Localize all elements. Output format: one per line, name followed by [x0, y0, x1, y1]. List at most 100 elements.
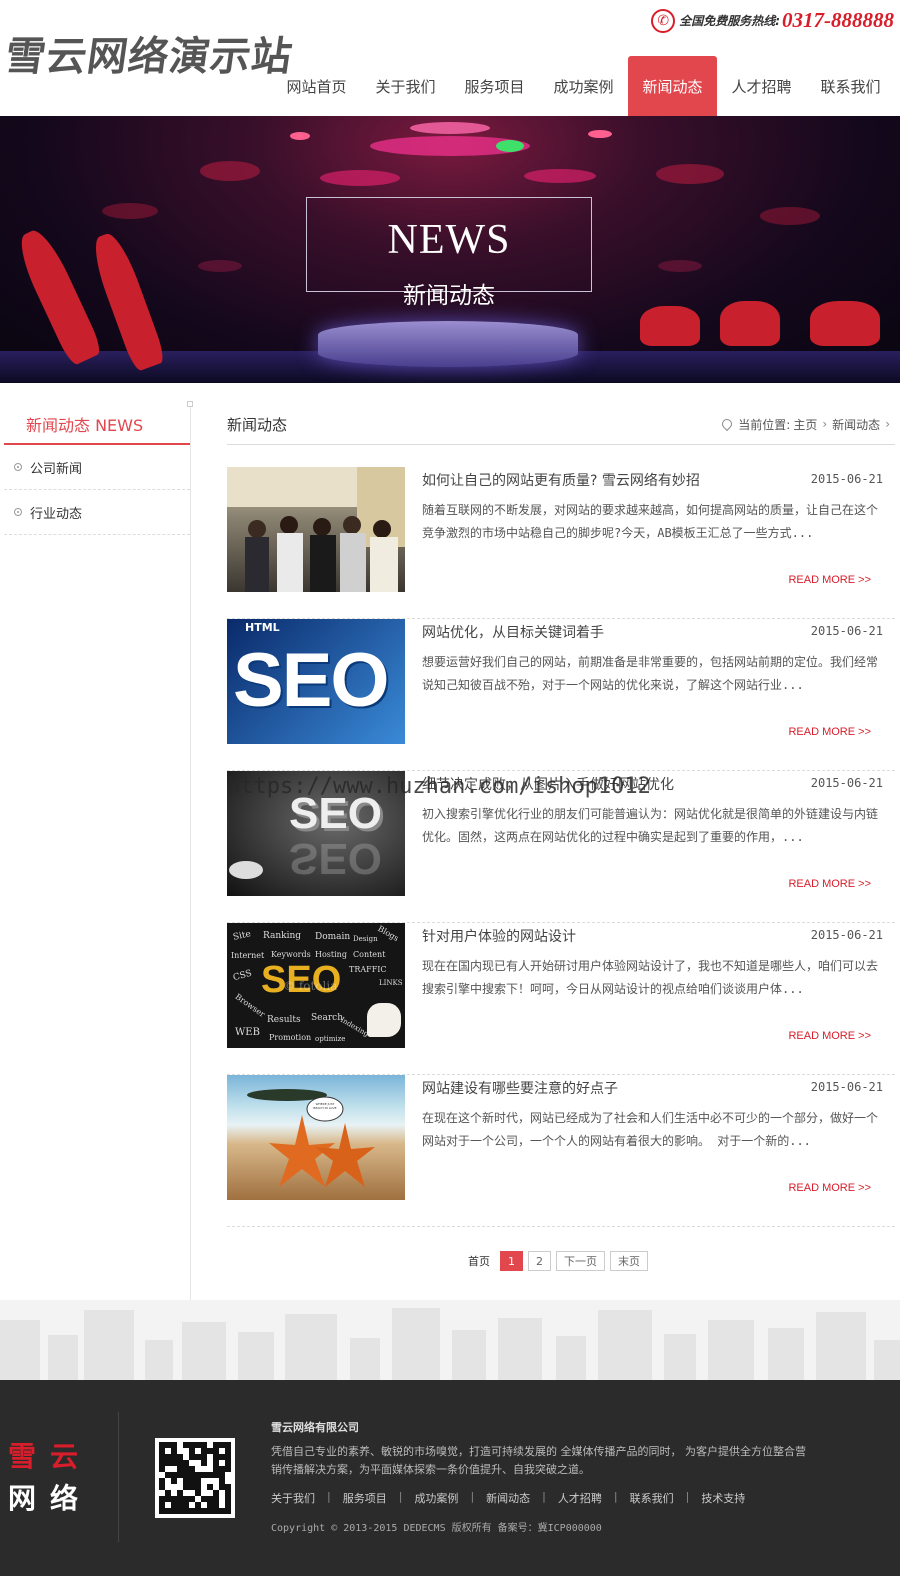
news-title[interactable]: 针对用户体验的网站设计 [422, 926, 576, 946]
news-date: 2015-06-21 [810, 776, 883, 790]
footer-link-separator: | [470, 1490, 475, 1503]
news-item: Site Ranking Domain Design Blogs Interne… [227, 923, 895, 1075]
pager-first[interactable]: 首页 [468, 1251, 495, 1271]
news-date: 2015-06-21 [810, 1080, 883, 1094]
site-logo[interactable]: 雪云网络演示站 [2, 24, 297, 82]
footer-link-support[interactable]: 技术支持 [701, 1490, 745, 1506]
news-date: 2015-06-21 [810, 624, 883, 638]
pager-last[interactable]: 末页 [610, 1251, 648, 1271]
news-thumbnail-seo-chalkboard[interactable]: Site Ranking Domain Design Blogs Interne… [227, 923, 405, 1048]
footer-logo-char: 网 [8, 1482, 37, 1515]
speech-bubble-text: WHERE JUST BEACH IN LOVE [313, 1102, 337, 1110]
thumb-word: Site [232, 929, 252, 943]
footer-links: 关于我们 | 服务项目 | 成功案例 | 新闻动态 | 人才招聘 | 联系我们 … [271, 1490, 745, 1506]
breadcrumb-home[interactable]: 主页 [793, 416, 817, 433]
content-header: 新闻动态 当前位置: 主页 › 新闻动态 › [227, 404, 895, 445]
nav-item-jobs[interactable]: 人才招聘 [717, 56, 806, 116]
news-thumbnail-starfish[interactable]: WHERE JUST BEACH IN LOVE [227, 1075, 405, 1200]
footer-logo: 雪 云 网 络 [8, 1438, 78, 1522]
news-date: 2015-06-21 [810, 472, 883, 486]
news-title[interactable]: 细节决定成败，从图片入手做好网站优化 [422, 774, 674, 794]
starfish-graphic [247, 1089, 375, 1187]
nav-item-home[interactable]: 网站首页 [272, 56, 361, 116]
nav-item-services[interactable]: 服务项目 [450, 56, 539, 116]
dancer-figure [720, 301, 780, 346]
footer-copyright: Copyright © 2013-2015 DEDECMS 版权所有 备案号：冀… [271, 1523, 602, 1534]
pager-next[interactable]: 下一页 [556, 1251, 605, 1271]
thumb-word: Ranking [263, 931, 302, 941]
news-title[interactable]: 网站优化，从目标关键词着手 [422, 622, 604, 642]
news-thumbnail-seo-blue[interactable]: HTML SEO [227, 619, 405, 744]
stage-platform [318, 321, 578, 367]
news-item: WHERE JUST BEACH IN LOVE 网站建设有哪些要注意的好点子 … [227, 1075, 895, 1227]
phone-icon: ✆ [651, 8, 676, 33]
footer-link-news[interactable]: 新闻动态 [486, 1490, 530, 1506]
thumb-word: Promotion [269, 1033, 312, 1042]
pager-page-1[interactable]: 1 [500, 1251, 523, 1271]
hotline-number: 0317-888888 [782, 8, 894, 32]
banner-title-en: NEWS [387, 217, 511, 263]
chevron-right-icon: › [885, 417, 890, 431]
sidebar-item-company-news[interactable]: 公司新闻 [4, 445, 190, 490]
main-content: 新闻动态 当前位置: 主页 › 新闻动态 › 如何让自己的网站更有质量? 雪云网… [227, 404, 895, 1227]
crowd-photo-graphic [227, 467, 405, 592]
read-more-link[interactable]: READ MORE >> [788, 1182, 871, 1194]
footer-logo-char: 雪 [8, 1440, 37, 1473]
footer-link-services[interactable]: 服务项目 [343, 1490, 387, 1506]
sidebar-item-label: 行业动态 [30, 506, 83, 522]
thumb-label-seo: SEO [233, 638, 389, 723]
read-more-link[interactable]: READ MORE >> [788, 878, 871, 890]
footer-link-separator: | [685, 1490, 690, 1503]
sidebar-item-label: 公司新闻 [30, 461, 83, 477]
location-pin-icon [720, 416, 735, 432]
footer-link-separator: | [542, 1490, 546, 1503]
qr-code-pattern [159, 1442, 231, 1514]
main-nav: 网站首页 关于我们 服务项目 成功案例 新闻动态 人才招聘 联系我们 [272, 56, 895, 116]
footer-logo-char: 络 [50, 1482, 79, 1515]
footer-link-jobs[interactable]: 人才招聘 [558, 1490, 602, 1506]
thumb-word: LINKS [379, 979, 403, 987]
page-title: 新闻动态 [227, 415, 288, 434]
thumb-label-html: HTML [245, 621, 280, 634]
news-date: 2015-06-21 [810, 928, 883, 942]
nav-item-cases[interactable]: 成功案例 [539, 56, 628, 116]
thumb-word: Hosting [315, 950, 347, 959]
thumb-word: optimize [315, 1035, 346, 1043]
pagination: 首页 1 2 下一页 末页 [468, 1251, 653, 1271]
nav-item-news[interactable]: 新闻动态 [628, 56, 717, 116]
nav-item-about[interactable]: 关于我们 [361, 56, 450, 116]
sidebar-corner-marker [187, 401, 193, 407]
news-title[interactable]: 网站建设有哪些要注意的好点子 [422, 1078, 618, 1098]
thumb-word: Search [311, 1013, 343, 1023]
mouse-graphic [229, 861, 263, 879]
footer-link-contact[interactable]: 联系我们 [630, 1490, 674, 1506]
footer-company-name: 雪云网络有限公司 [271, 1421, 359, 1434]
sidebar-item-industry-news[interactable]: 行业动态 [4, 490, 190, 535]
footer-link-cases[interactable]: 成功案例 [414, 1490, 458, 1506]
breadcrumb-current[interactable]: 新闻动态 [832, 416, 880, 433]
pager-page-2[interactable]: 2 [528, 1251, 551, 1271]
site-header: 雪云网络演示站 ✆ 全国免费服务热线: 0317-888888 网站首页 关于我… [0, 0, 900, 116]
news-item: SEO SEO 细节决定成败，从图片入手做好网站优化 2015-06-21 初入… [227, 771, 895, 923]
footer-link-about[interactable]: 关于我们 [271, 1490, 315, 1506]
news-thumbnail-seo-keys[interactable]: SEO SEO [227, 771, 405, 896]
read-more-link[interactable]: READ MORE >> [788, 574, 871, 586]
breadcrumb-prefix: 当前位置: [738, 417, 791, 432]
news-thumbnail-crowd[interactable] [227, 467, 405, 592]
news-title[interactable]: 如何让自己的网站更有质量? 雪云网络有妙招 [422, 470, 700, 490]
thumb-word: TRAFFIC [349, 965, 387, 974]
footer-logo-char: 云 [50, 1440, 79, 1473]
news-summary: 想要运营好我们自己的网站，前期准备是非常重要的，包括网站前期的定位。我们经常说知… [422, 655, 879, 692]
news-item: HTML SEO 网站优化，从目标关键词着手 2015-06-21 想要运营好我… [227, 619, 895, 771]
read-more-link[interactable]: READ MORE >> [788, 726, 871, 738]
circle-bullet-icon [14, 463, 22, 471]
read-more-link[interactable]: READ MORE >> [788, 1030, 871, 1042]
dancer-figure [640, 306, 700, 346]
thumb-word: Design [353, 935, 378, 943]
hero-banner: NEWS 新闻动态 [0, 116, 900, 383]
nav-item-contact[interactable]: 联系我们 [806, 56, 895, 116]
footer-link-separator: | [327, 1490, 331, 1503]
news-summary: 在现在这个新时代，网站已经成为了社会和人们生活中必不可少的一个部分，做好一个网站… [422, 1111, 879, 1148]
hotline-label: 全国免费服务热线: [679, 14, 780, 28]
footer-link-separator: | [398, 1490, 403, 1503]
